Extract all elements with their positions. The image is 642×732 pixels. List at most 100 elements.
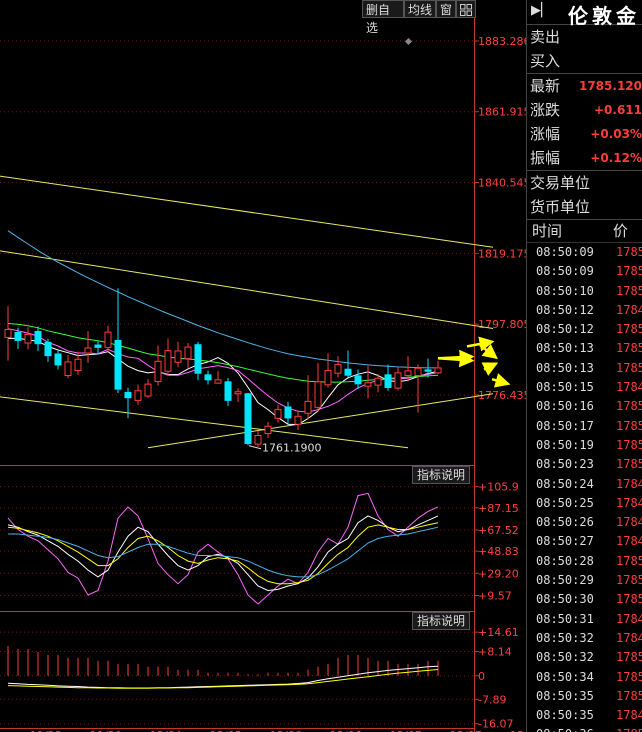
candle-body [254,434,262,445]
grid-icon[interactable] [456,0,476,18]
tick-row: 08:50:17 1785 [527,417,642,436]
tick-price: 1785 [616,283,642,298]
tick-time: 08:50:34 [536,669,594,684]
tick-time: 08:50:35 [536,688,594,703]
indicator-info-button-2[interactable]: 指标说明 [412,612,471,630]
tick-price: 1785 [616,322,642,337]
candle-body [184,346,192,360]
indicator1-y-tick-label: +48.83 [478,545,519,558]
indicator1-y-tick-label: +67.52 [478,524,519,537]
tick-price: 1785 [616,264,642,279]
candle-body [304,400,312,414]
buy-row: 买入 [527,49,642,74]
tick-price: 1785 [616,573,642,588]
tick-time: 08:50:09 [536,245,594,259]
tick-price: 1784 [616,476,642,491]
candle-body [324,370,332,386]
tick-time: 08:50:36 [536,725,594,732]
tick-time: 08:50:10 [536,283,594,298]
candle-body [44,341,52,357]
tick-price: 1785 [616,592,642,607]
tick-price: 1784 [616,611,642,626]
price-y-tick-label: 1819.175 [478,247,526,260]
indicator-info-button-1[interactable]: 指标说明 [412,466,471,484]
tick-price: 1785 [616,360,642,375]
tick-price: 1785 [616,245,642,259]
tick-price: 1785 [616,418,642,433]
candle-body [234,391,242,395]
tick-row: 08:50:31 1784 [527,610,642,629]
candle-body [334,364,342,374]
unit-row: 交易单位 [527,171,642,195]
candle-body [194,344,202,374]
tick-price: 1785 [616,650,642,665]
tick-row: 08:50:12 1785 [527,320,642,339]
candle-body [74,358,82,372]
indicator2-y-tick-label: -16.07 [478,718,513,731]
indicator1-y-tick-label: +29.20 [478,567,519,580]
pct-row: 涨幅 +0.03% [527,122,642,146]
tick-row: 08:50:13 1785 [527,339,642,358]
candle-body [284,406,292,419]
candle-body [424,369,432,372]
tick-price: 1784 [616,708,642,723]
candle-body [4,328,12,338]
tick-price: 1785 [616,669,642,684]
delete-watchlist-button[interactable]: 删自选 [362,0,404,35]
tick-row: 08:50:32 1785 [527,648,642,667]
tick-row: 08:50:25 1784 [527,494,642,513]
tick-price: 1784 [616,380,642,395]
currency-row: 货币单位 [527,195,642,220]
tick-row: 08:50:12 1784 [527,301,642,320]
tick-row: 08:50:35 1784 [527,706,642,725]
amp-value: +0.12% [590,151,642,165]
tick-row: 08:50:16 1785 [527,397,642,416]
change-value: +0.611 [593,103,642,117]
pct-value: +0.03% [590,127,642,141]
candle-body [134,390,142,401]
candle-body [164,350,172,372]
tick-row: 08:50:28 1785 [527,552,642,571]
candle-body [264,425,272,435]
change-row: 涨跌 +0.611 [527,98,642,122]
candle-body [364,382,372,387]
tick-time: 08:50:13 [536,341,594,356]
latest-row: 最新 1785.120 [527,74,642,98]
price-header: 价 [613,222,629,240]
candle-body [404,370,412,377]
ma-line-button[interactable]: 均线 [404,0,436,18]
tick-row: 08:50:27 1784 [527,532,642,551]
tick-price: 1785 [616,399,642,414]
tick-row: 08:50:10 1785 [527,282,642,301]
tick-price: 1785 [616,457,642,472]
tick-time: 08:50:12 [536,322,594,337]
tick-time: 08:50:32 [536,650,594,665]
candle-body [94,344,102,348]
tick-time: 08:50:25 [536,495,594,510]
tick-row: 08:50:26 1784 [527,513,642,532]
candle-body [84,347,92,354]
indicator1-y-tick-label: +87.15 [478,502,519,515]
candle-body [384,374,392,388]
window-button[interactable]: 窗 [436,0,456,18]
ticks-list[interactable]: 08:50:09178508:50:09178508:50:10178508:5… [527,243,642,732]
candle-body [174,350,182,363]
candle-body [374,377,382,386]
tick-price: 1785 [616,341,642,356]
candle-body [274,409,282,419]
tick-price: 1785 [616,688,642,703]
candle-body [314,381,322,408]
tick-time: 08:50:23 [536,457,594,472]
candle-body [64,361,72,377]
tick-time: 08:50:24 [536,476,594,491]
candle-body [54,353,62,366]
collapse-arrow-icon[interactable]: ▶▏ [531,3,551,18]
amp-row: 振幅 +0.12% [527,146,642,171]
indicator2-y-tick-label: -7.89 [478,693,506,706]
grid-icon-glyph [460,4,472,16]
tick-row: 08:50:23 1785 [527,455,642,474]
tick-row: 08:50:09 1785 [527,243,642,262]
indicator2-y-tick-label: +8.14 [478,645,512,658]
indicator1-y-tick-label: +105.9 [478,481,519,494]
tick-price: 1785 [616,437,642,452]
